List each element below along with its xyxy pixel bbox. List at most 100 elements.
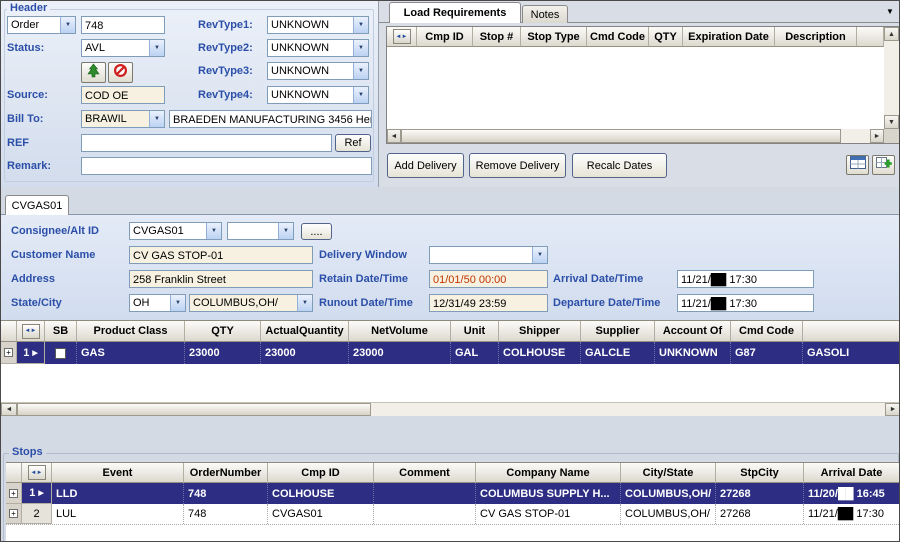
tree-view-button[interactable] xyxy=(81,62,106,83)
scroll-left-button[interactable]: ◄ xyxy=(1,403,17,416)
revtype4-combo[interactable]: UNKNOWN ▼ xyxy=(267,86,369,104)
state-combo[interactable]: OH ▼ xyxy=(129,294,186,312)
products-grid-body[interactable] xyxy=(1,364,900,402)
remove-delivery-button[interactable]: Remove Delivery xyxy=(469,153,566,178)
col-comment[interactable]: Comment xyxy=(374,463,476,483)
stops-grid-body[interactable] xyxy=(6,525,899,542)
stops-field-chooser-button[interactable]: ◄► xyxy=(22,463,52,483)
cell-extra[interactable]: GASOLI xyxy=(803,342,900,364)
city-combo[interactable]: COLUMBUS,OH/ ▼ xyxy=(189,294,313,312)
scroll-thumb[interactable] xyxy=(17,403,371,416)
cell-stp-city[interactable]: 27268 xyxy=(716,483,804,504)
revtype3-combo[interactable]: UNKNOWN ▼ xyxy=(267,62,369,80)
stops-row-1[interactable]: + 1 ▶ LLD 748 COLHOUSE COLUMBUS SUPPLY H… xyxy=(6,483,899,504)
scroll-left-button[interactable]: ◄ xyxy=(387,129,401,143)
add-row-button[interactable] xyxy=(872,155,895,175)
col-expiration-date[interactable]: Expiration Date xyxy=(683,27,775,47)
col-description[interactable]: Description xyxy=(775,27,857,47)
cell-arrival-date[interactable]: 11/20/██ 16:45 xyxy=(804,483,899,504)
col-unit[interactable]: Unit xyxy=(451,321,499,342)
billto-combo[interactable]: BRAWIL ▼ xyxy=(81,110,165,128)
col-qty[interactable]: QTY xyxy=(649,27,683,47)
delivery-window-combo[interactable]: ▼ xyxy=(429,246,548,264)
cell-unit[interactable]: GAL xyxy=(451,342,499,364)
products-hscrollbar[interactable]: ◄ ► xyxy=(1,402,900,416)
arrival-date-field[interactable]: 11/21/██ 17:30 xyxy=(677,270,814,288)
cell-order-number[interactable]: 748 xyxy=(184,504,268,524)
scroll-up-button[interactable]: ▲ xyxy=(884,27,899,41)
recalc-dates-button[interactable]: Recalc Dates xyxy=(572,153,667,178)
cell-account-of[interactable]: UNKNOWN xyxy=(655,342,731,364)
tab-list-button[interactable]: ▼ xyxy=(886,7,894,16)
cell-cmd-code[interactable]: G87 xyxy=(731,342,803,364)
col-order-number[interactable]: OrderNumber xyxy=(184,463,268,483)
col-stop-type[interactable]: Stop Type xyxy=(521,27,587,47)
cell-cmp-id[interactable]: CVGAS01 xyxy=(268,504,374,524)
ref-button[interactable]: Ref xyxy=(335,134,371,152)
status-combo[interactable]: AVL ▼ xyxy=(81,39,165,57)
cell-comment[interactable] xyxy=(374,483,476,504)
scroll-thumb[interactable] xyxy=(401,129,841,143)
expand-icon[interactable]: + xyxy=(4,348,13,357)
order-number-input[interactable]: 748 xyxy=(81,16,165,34)
products-row-1[interactable]: + 1 ▶ GAS 23000 23000 23000 GAL COLHOUSE… xyxy=(1,342,900,364)
row-number-cell[interactable]: 1 ▶ xyxy=(17,342,45,364)
col-cmd-code[interactable]: Cmd Code xyxy=(731,321,803,342)
col-supplier[interactable]: Supplier xyxy=(581,321,655,342)
alt-id-combo[interactable]: ▼ xyxy=(227,222,294,240)
cell-net-volume[interactable]: 23000 xyxy=(349,342,451,364)
col-net-volume[interactable]: NetVolume xyxy=(349,321,451,342)
cell-shipper[interactable]: COLHOUSE xyxy=(499,342,581,364)
col-cmp-id[interactable]: Cmp ID xyxy=(268,463,374,483)
col-actual-quantity[interactable]: ActualQuantity xyxy=(261,321,349,342)
remark-input[interactable] xyxy=(81,157,372,175)
cancel-order-button[interactable] xyxy=(108,62,133,83)
expand-icon[interactable]: + xyxy=(9,489,18,498)
cell-company-name[interactable]: CV GAS STOP-01 xyxy=(476,504,621,524)
col-qty[interactable]: QTY xyxy=(185,321,261,342)
revtype1-combo[interactable]: UNKNOWN ▼ xyxy=(267,16,369,34)
load-requirements-vscrollbar[interactable]: ▲ ▼ xyxy=(884,27,899,129)
col-city-state[interactable]: City/State xyxy=(621,463,716,483)
col-shipper[interactable]: Shipper xyxy=(499,321,581,342)
row-expander-cell[interactable]: + xyxy=(6,483,22,504)
field-chooser-button[interactable]: ◄► xyxy=(387,27,417,47)
stops-row-2[interactable]: + 2 LUL 748 CVGAS01 CV GAS STOP-01 COLUM… xyxy=(6,504,899,525)
cell-comment[interactable] xyxy=(374,504,476,524)
products-field-chooser-button[interactable]: ◄► xyxy=(17,321,45,342)
cell-stp-city[interactable]: 27268 xyxy=(716,504,804,524)
cell-cmp-id[interactable]: COLHOUSE xyxy=(268,483,374,504)
cell-supplier[interactable]: GALCLE xyxy=(581,342,655,364)
scroll-down-button[interactable]: ▼ xyxy=(884,115,899,129)
row-number-cell[interactable]: 1 ▶ xyxy=(22,483,52,504)
sb-checkbox[interactable] xyxy=(55,348,66,359)
row-expander-cell[interactable]: + xyxy=(6,504,22,524)
col-sb[interactable]: SB xyxy=(45,321,77,342)
tab-consignee[interactable]: CVGAS01 xyxy=(5,195,69,215)
order-type-combo[interactable]: Order ▼ xyxy=(7,16,76,34)
scroll-right-button[interactable]: ► xyxy=(870,129,884,143)
row-expander-cell[interactable]: + xyxy=(1,342,17,364)
scroll-right-button[interactable]: ► xyxy=(885,403,900,416)
revtype2-combo[interactable]: UNKNOWN ▼ xyxy=(267,39,369,57)
col-event[interactable]: Event xyxy=(52,463,184,483)
expand-icon[interactable]: + xyxy=(9,509,18,518)
col-cmd-code[interactable]: Cmd Code xyxy=(587,27,649,47)
departure-date-field[interactable]: 11/21/██ 17:30 xyxy=(677,294,814,312)
cell-city-state[interactable]: COLUMBUS,OH/ xyxy=(621,483,716,504)
cell-event[interactable]: LLD xyxy=(52,483,184,504)
cell-qty[interactable]: 23000 xyxy=(185,342,261,364)
cell-company-name[interactable]: COLUMBUS SUPPLY H... xyxy=(476,483,621,504)
col-company-name[interactable]: Company Name xyxy=(476,463,621,483)
cell-city-state[interactable]: COLUMBUS,OH/ xyxy=(621,504,716,524)
grid-view-button[interactable] xyxy=(846,155,869,175)
cell-product-class[interactable]: GAS xyxy=(77,342,185,364)
col-cmp-id[interactable]: Cmp ID xyxy=(417,27,473,47)
cell-arrival-date[interactable]: 11/21/██ 17:30 xyxy=(804,504,899,524)
ref-input[interactable] xyxy=(81,134,332,152)
col-account-of[interactable]: Account Of xyxy=(655,321,731,342)
billto-name-field[interactable]: BRAEDEN MANUFACTURING 3456 Her xyxy=(169,110,372,128)
col-arrival-date[interactable]: Arrival Date xyxy=(804,463,899,483)
row-number-cell[interactable]: 2 xyxy=(22,504,52,524)
sb-checkbox-cell[interactable] xyxy=(45,342,77,364)
